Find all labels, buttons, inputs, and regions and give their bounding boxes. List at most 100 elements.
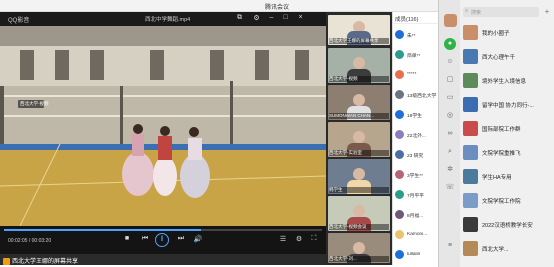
conversation-item[interactable]: 2022汉语桥教学长安 xyxy=(462,214,552,236)
member-avatar xyxy=(395,110,404,119)
next-icon[interactable]: ⏭ xyxy=(176,235,186,243)
participant-face xyxy=(353,57,365,69)
progress-fill xyxy=(4,229,202,231)
conversation-avatar xyxy=(463,193,478,208)
app-sidebar: ● ☺ ▢ ▭ ◎ ∞ ⌕ ✲ ☏ ≡ xyxy=(438,0,460,267)
maximize-icon[interactable]: □ xyxy=(281,14,290,21)
members-panel: 成员(116) 朱** 简单** ***** 13级西北大学 18学生 22北外... 23… xyxy=(392,12,438,265)
share-user-icon xyxy=(3,257,10,265)
camera-tile[interactable]: 韩学生 xyxy=(328,159,390,194)
files-icon[interactable]: ▭ xyxy=(444,92,456,104)
conversation-name: 西大心理午千 xyxy=(482,55,516,61)
camera-name: 西北大学王娜的屏幕共享 xyxy=(329,38,389,44)
camera-name: SUMONWAN CHAN... xyxy=(329,113,389,119)
search-icon: ⌕ xyxy=(465,8,469,14)
conversation-avatar xyxy=(463,121,478,136)
mini-program-icon[interactable]: ✲ xyxy=(444,164,456,176)
member-row[interactable]: 简单** xyxy=(395,48,437,62)
pin-icon[interactable]: ⧉ xyxy=(235,14,244,22)
pause-icon[interactable]: ‖ xyxy=(155,233,169,247)
moments-icon[interactable]: ◎ xyxy=(444,110,456,122)
member-row[interactable]: 22北外... xyxy=(395,128,437,142)
member-name: 8月福... xyxy=(407,214,424,219)
settings-icon[interactable]: ⚙ xyxy=(294,235,304,243)
member-name: ***** xyxy=(407,72,417,77)
fullscreen-icon[interactable]: ⛶ xyxy=(309,235,319,243)
member-name: 22北外... xyxy=(407,134,426,139)
conversation-avatar xyxy=(463,169,478,184)
member-row[interactable]: Kamoni... xyxy=(395,228,437,242)
phone-icon[interactable]: ☏ xyxy=(444,182,456,194)
settings-icon[interactable]: ⚙ xyxy=(252,14,261,22)
screen-share-label: 西北大学王娜的屏幕共享 xyxy=(3,256,78,265)
contacts-icon[interactable]: ☺ xyxy=(444,56,456,68)
search-input[interactable]: ⌕ 搜索 xyxy=(463,7,539,17)
chat-icon[interactable]: ● xyxy=(444,38,456,50)
member-name: 朱** xyxy=(407,34,416,39)
stop-icon[interactable]: ■ xyxy=(122,235,132,242)
camera-tile[interactable]: 西北大学-实验室 xyxy=(328,122,390,157)
conversation-avatar xyxy=(463,145,478,160)
player-app-name: QQ影音 xyxy=(8,18,30,24)
member-row[interactable]: ***** xyxy=(395,68,437,82)
share-label-text: 西北大学王娜的屏幕共享 xyxy=(12,259,79,265)
member-avatar xyxy=(395,210,404,219)
member-row[interactable]: 18学生 xyxy=(395,108,437,122)
member-row[interactable]: lullalin xyxy=(395,248,437,262)
volume-icon[interactable]: 🔊 xyxy=(193,235,203,243)
member-row[interactable]: 3学生** xyxy=(395,168,437,182)
camera-name: 西北大学-实验室 xyxy=(329,150,389,156)
conversation-avatar xyxy=(463,49,478,64)
screen-share-bar: 西北大学王娜的屏幕共享 xyxy=(0,254,326,265)
favorites-icon[interactable]: ▢ xyxy=(444,74,456,86)
member-row[interactable]: 7月平平 xyxy=(395,188,437,202)
member-avatar xyxy=(395,90,404,99)
member-name: 23 研究 xyxy=(407,154,424,159)
participant-face xyxy=(353,131,365,143)
member-avatar xyxy=(395,30,404,39)
conversation-item[interactable]: 西北大学... xyxy=(462,238,552,260)
list-icon[interactable]: ☰ xyxy=(278,235,288,243)
conversation-name: 文院学院工作院 xyxy=(482,199,521,205)
channels-icon[interactable]: ∞ xyxy=(444,128,456,140)
camera-tile[interactable]: 西北大学-刘... xyxy=(328,233,390,263)
member-avatar xyxy=(395,190,404,199)
video-overlay-label: 西北大学-视频 xyxy=(20,101,49,106)
participant-face xyxy=(353,242,365,254)
participant-face xyxy=(353,168,365,180)
member-row[interactable]: 8月福... xyxy=(395,208,437,222)
members-header: 成员(116) xyxy=(393,12,438,24)
camera-tile[interactable]: 西北大学-视频会议 xyxy=(328,196,390,231)
chat-list-panel: ⌕ 搜索 + 我的小圈子西大心理午千境外学生入境信息留学中国 协力同行-... 国… xyxy=(460,0,554,267)
conversation-item[interactable]: 西大心理午千 xyxy=(462,46,552,68)
conversation-name: 学生HA专用 xyxy=(482,175,512,181)
add-icon[interactable]: + xyxy=(542,7,552,17)
conversation-name: 境外学生入境信息 xyxy=(482,79,527,85)
menu-icon[interactable]: ≡ xyxy=(444,240,456,252)
participant-face xyxy=(353,205,365,217)
conversation-item[interactable]: 文院学院工作院 xyxy=(462,190,552,212)
member-row[interactable]: 23 研究 xyxy=(395,148,437,162)
close-icon[interactable]: × xyxy=(296,14,305,21)
conversation-item[interactable]: 境外学生入境信息 xyxy=(462,70,552,92)
conversation-item[interactable]: 国际部院工作群 xyxy=(462,118,552,140)
conversation-name: 我的小圈子 xyxy=(482,31,510,37)
member-avatar xyxy=(395,70,404,79)
conversation-item[interactable]: 留学中国 协力同行-... xyxy=(462,94,552,116)
camera-name: 西北大学-刘... xyxy=(329,256,389,262)
camera-name: 西北大学-视频 xyxy=(329,76,389,82)
search-placeholder: 搜索 xyxy=(471,10,482,16)
search-icon[interactable]: ⌕ xyxy=(444,146,456,158)
conversation-item[interactable]: 文院学院重推飞 xyxy=(462,142,552,164)
camera-tile[interactable]: SUMONWAN CHAN... xyxy=(328,85,390,120)
avatar[interactable] xyxy=(444,14,457,27)
minimize-icon[interactable]: – xyxy=(267,14,276,21)
conversation-item[interactable]: 学生HA专用 xyxy=(462,166,552,188)
previous-icon[interactable]: ⏮ xyxy=(140,235,150,243)
member-row[interactable]: 朱** xyxy=(395,28,437,42)
progress-bar[interactable] xyxy=(4,229,322,231)
camera-tile[interactable]: 西北大学-视频 xyxy=(328,48,390,83)
camera-tile[interactable]: 西北大学王娜的屏幕共享 xyxy=(328,15,390,45)
member-row[interactable]: 13级西北大学 xyxy=(395,88,437,102)
conversation-item[interactable]: 我的小圈子 xyxy=(462,22,552,44)
